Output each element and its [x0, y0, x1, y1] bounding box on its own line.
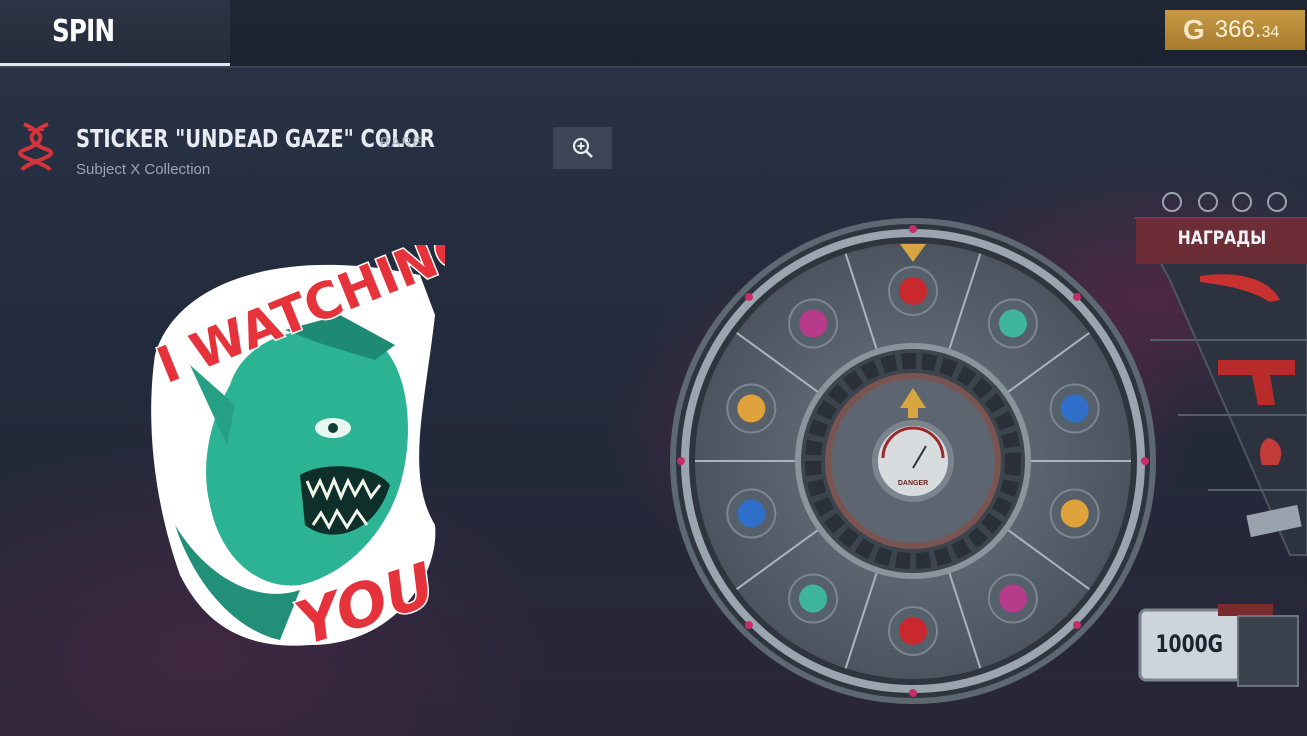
spin-wheel[interactable]: DANGER	[658, 196, 1168, 716]
wheel-pin	[1073, 621, 1082, 630]
gold-currency-icon: G	[1183, 14, 1205, 45]
wheel-slot-blue-monster-sticker	[726, 488, 777, 539]
wheel-pin	[744, 621, 753, 630]
wheel-slot-monster-sticker	[987, 573, 1038, 624]
tab-spin-label: SPIN	[52, 14, 115, 49]
gold-balance-amount: 366.34	[1214, 16, 1280, 43]
wheel-slot-karambit-knife	[987, 298, 1038, 349]
wheel-pin	[677, 457, 685, 465]
rewards-title: НАГРАДЫ	[1177, 227, 1266, 249]
wheel-pin	[744, 292, 753, 301]
wheel-slot-smg	[788, 298, 839, 349]
sticker-artwork: I WATCHING YOU	[148, 245, 445, 655]
top-bar: SPIN G 366.34	[0, 0, 1307, 68]
item-collection: Subject X Collection	[76, 161, 211, 178]
zoom-in-icon	[572, 137, 593, 158]
danger-gauge-label: DANGER	[898, 480, 928, 487]
wheel-pin	[909, 689, 917, 697]
zoom-button[interactable]	[553, 127, 612, 169]
wheel-slot-skull-sticker	[888, 266, 938, 316]
wheel-slot-shotgun	[1049, 488, 1100, 539]
spin-button[interactable]: 1000G	[1141, 612, 1237, 676]
wheel-slot-dragon-sticker	[788, 573, 839, 624]
wheel-slot-bomb-sticker	[888, 606, 938, 656]
wheel-slot-graffiti-sticker	[726, 383, 777, 434]
dna-icon	[18, 122, 54, 172]
wheel-pin	[909, 225, 917, 233]
wheel-pin	[1073, 292, 1082, 301]
wheel-slot-character-sticker	[1049, 383, 1100, 434]
tab-spin[interactable]: SPIN	[0, 0, 230, 66]
danger-gauge	[872, 420, 954, 502]
gold-balance[interactable]: G 366.34	[1165, 10, 1305, 50]
item-rarity: RARE	[380, 134, 423, 150]
